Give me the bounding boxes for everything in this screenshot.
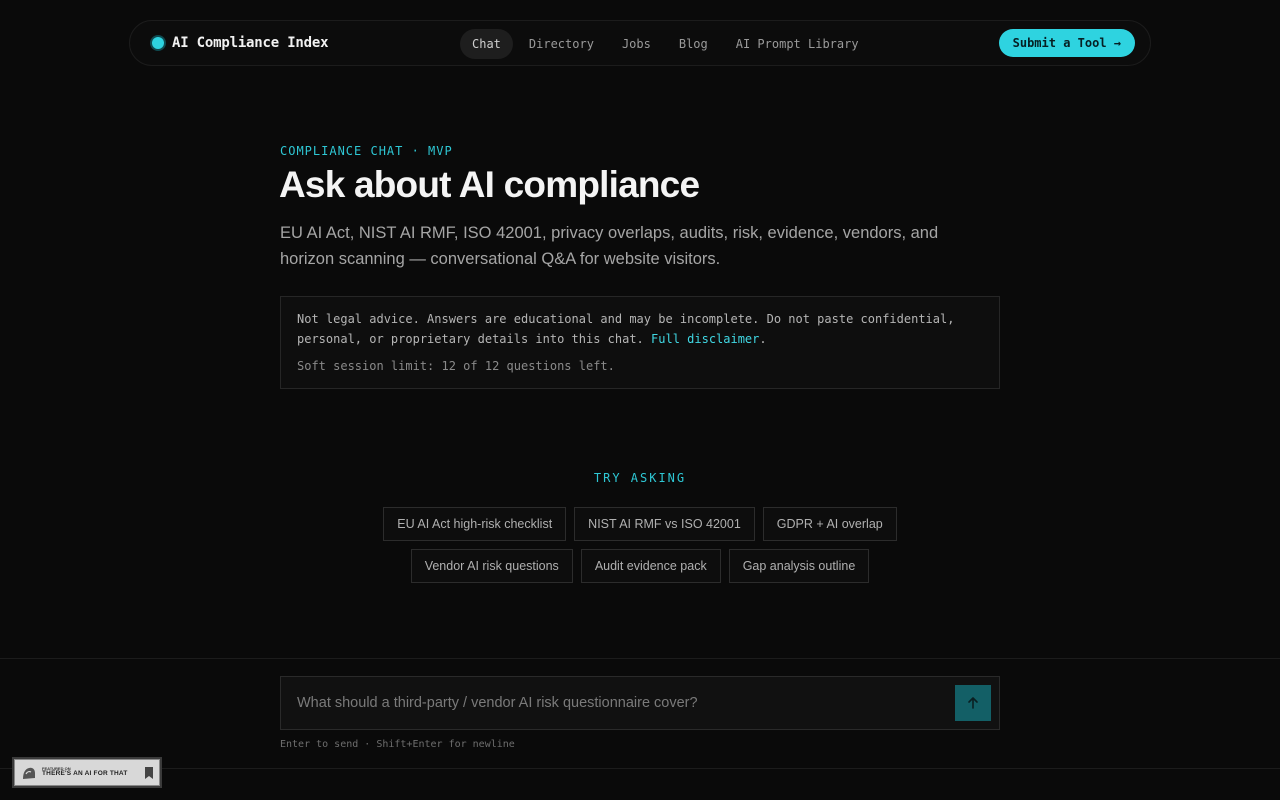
page-subtitle: EU AI Act, NIST AI RMF, ISO 42001, priva… <box>280 224 939 268</box>
top-nav: AI Compliance Index Chat Directory Jobs … <box>129 20 1151 66</box>
featured-badge[interactable]: FEATURED ON THERE'S AN AI FOR THAT <box>12 757 162 788</box>
suggestion-chip[interactable]: NIST AI RMF vs ISO 42001 <box>574 507 755 541</box>
nav-link-blog[interactable]: Blog <box>667 29 720 59</box>
suggestion-row-2: Vendor AI risk questions Audit evidence … <box>0 549 1280 583</box>
suggestion-chip[interactable]: GDPR + AI overlap <box>762 507 897 541</box>
composer-area: Enter to send · Shift+Enter for newline <box>0 658 1280 769</box>
nav-link-jobs[interactable]: Jobs <box>610 29 663 59</box>
session-limit: Soft session limit: 12 of 12 questions l… <box>297 359 615 373</box>
suggestion-chip[interactable]: Audit evidence pack <box>580 549 721 583</box>
nav-links: Chat Directory Jobs Blog AI Prompt Libra… <box>460 29 871 59</box>
bookmark-icon <box>145 766 153 779</box>
nav-link-chat[interactable]: Chat <box>460 29 513 59</box>
chat-input[interactable] <box>281 677 941 729</box>
hand-logo-icon <box>23 767 35 779</box>
suggestion-chip[interactable]: Vendor AI risk questions <box>410 549 573 583</box>
page-title: Ask about AI compliance <box>279 164 700 205</box>
eyebrow-label: COMPLIANCE CHAT · MVP <box>280 144 453 158</box>
send-button[interactable] <box>955 685 991 721</box>
brand-name: AI Compliance Index <box>172 35 329 51</box>
composer <box>280 676 1000 730</box>
suggestion-row-1: EU AI Act high-risk checklist NIST AI RM… <box>0 507 1280 541</box>
composer-hint: Enter to send · Shift+Enter for newline <box>280 739 515 750</box>
disclaimer-suffix: . <box>759 332 767 346</box>
badge-main-text: THERE'S AN AI FOR THAT <box>42 770 128 778</box>
brand-dot-icon <box>152 37 164 49</box>
try-asking-label: TRY ASKING <box>593 471 687 485</box>
full-disclaimer-link[interactable]: Full disclaimer <box>651 332 759 346</box>
nav-link-directory[interactable]: Directory <box>517 29 606 59</box>
badge-text: FEATURED ON THERE'S AN AI FOR THAT <box>42 767 128 778</box>
submit-tool-button[interactable]: Submit a Tool → <box>998 29 1135 57</box>
arrow-up-icon <box>968 697 978 709</box>
disclaimer-text: Not legal advice. Answers are educationa… <box>297 309 983 349</box>
suggestion-chip[interactable]: EU AI Act high-risk checklist <box>383 507 567 541</box>
nav-link-prompt-library[interactable]: AI Prompt Library <box>724 29 871 59</box>
disclaimer-body: Not legal advice. Answers are educationa… <box>297 312 955 346</box>
disclaimer-notice: Not legal advice. Answers are educationa… <box>280 296 1000 389</box>
brand-logo[interactable]: AI Compliance Index <box>152 21 329 65</box>
suggestion-chip[interactable]: Gap analysis outline <box>728 549 870 583</box>
